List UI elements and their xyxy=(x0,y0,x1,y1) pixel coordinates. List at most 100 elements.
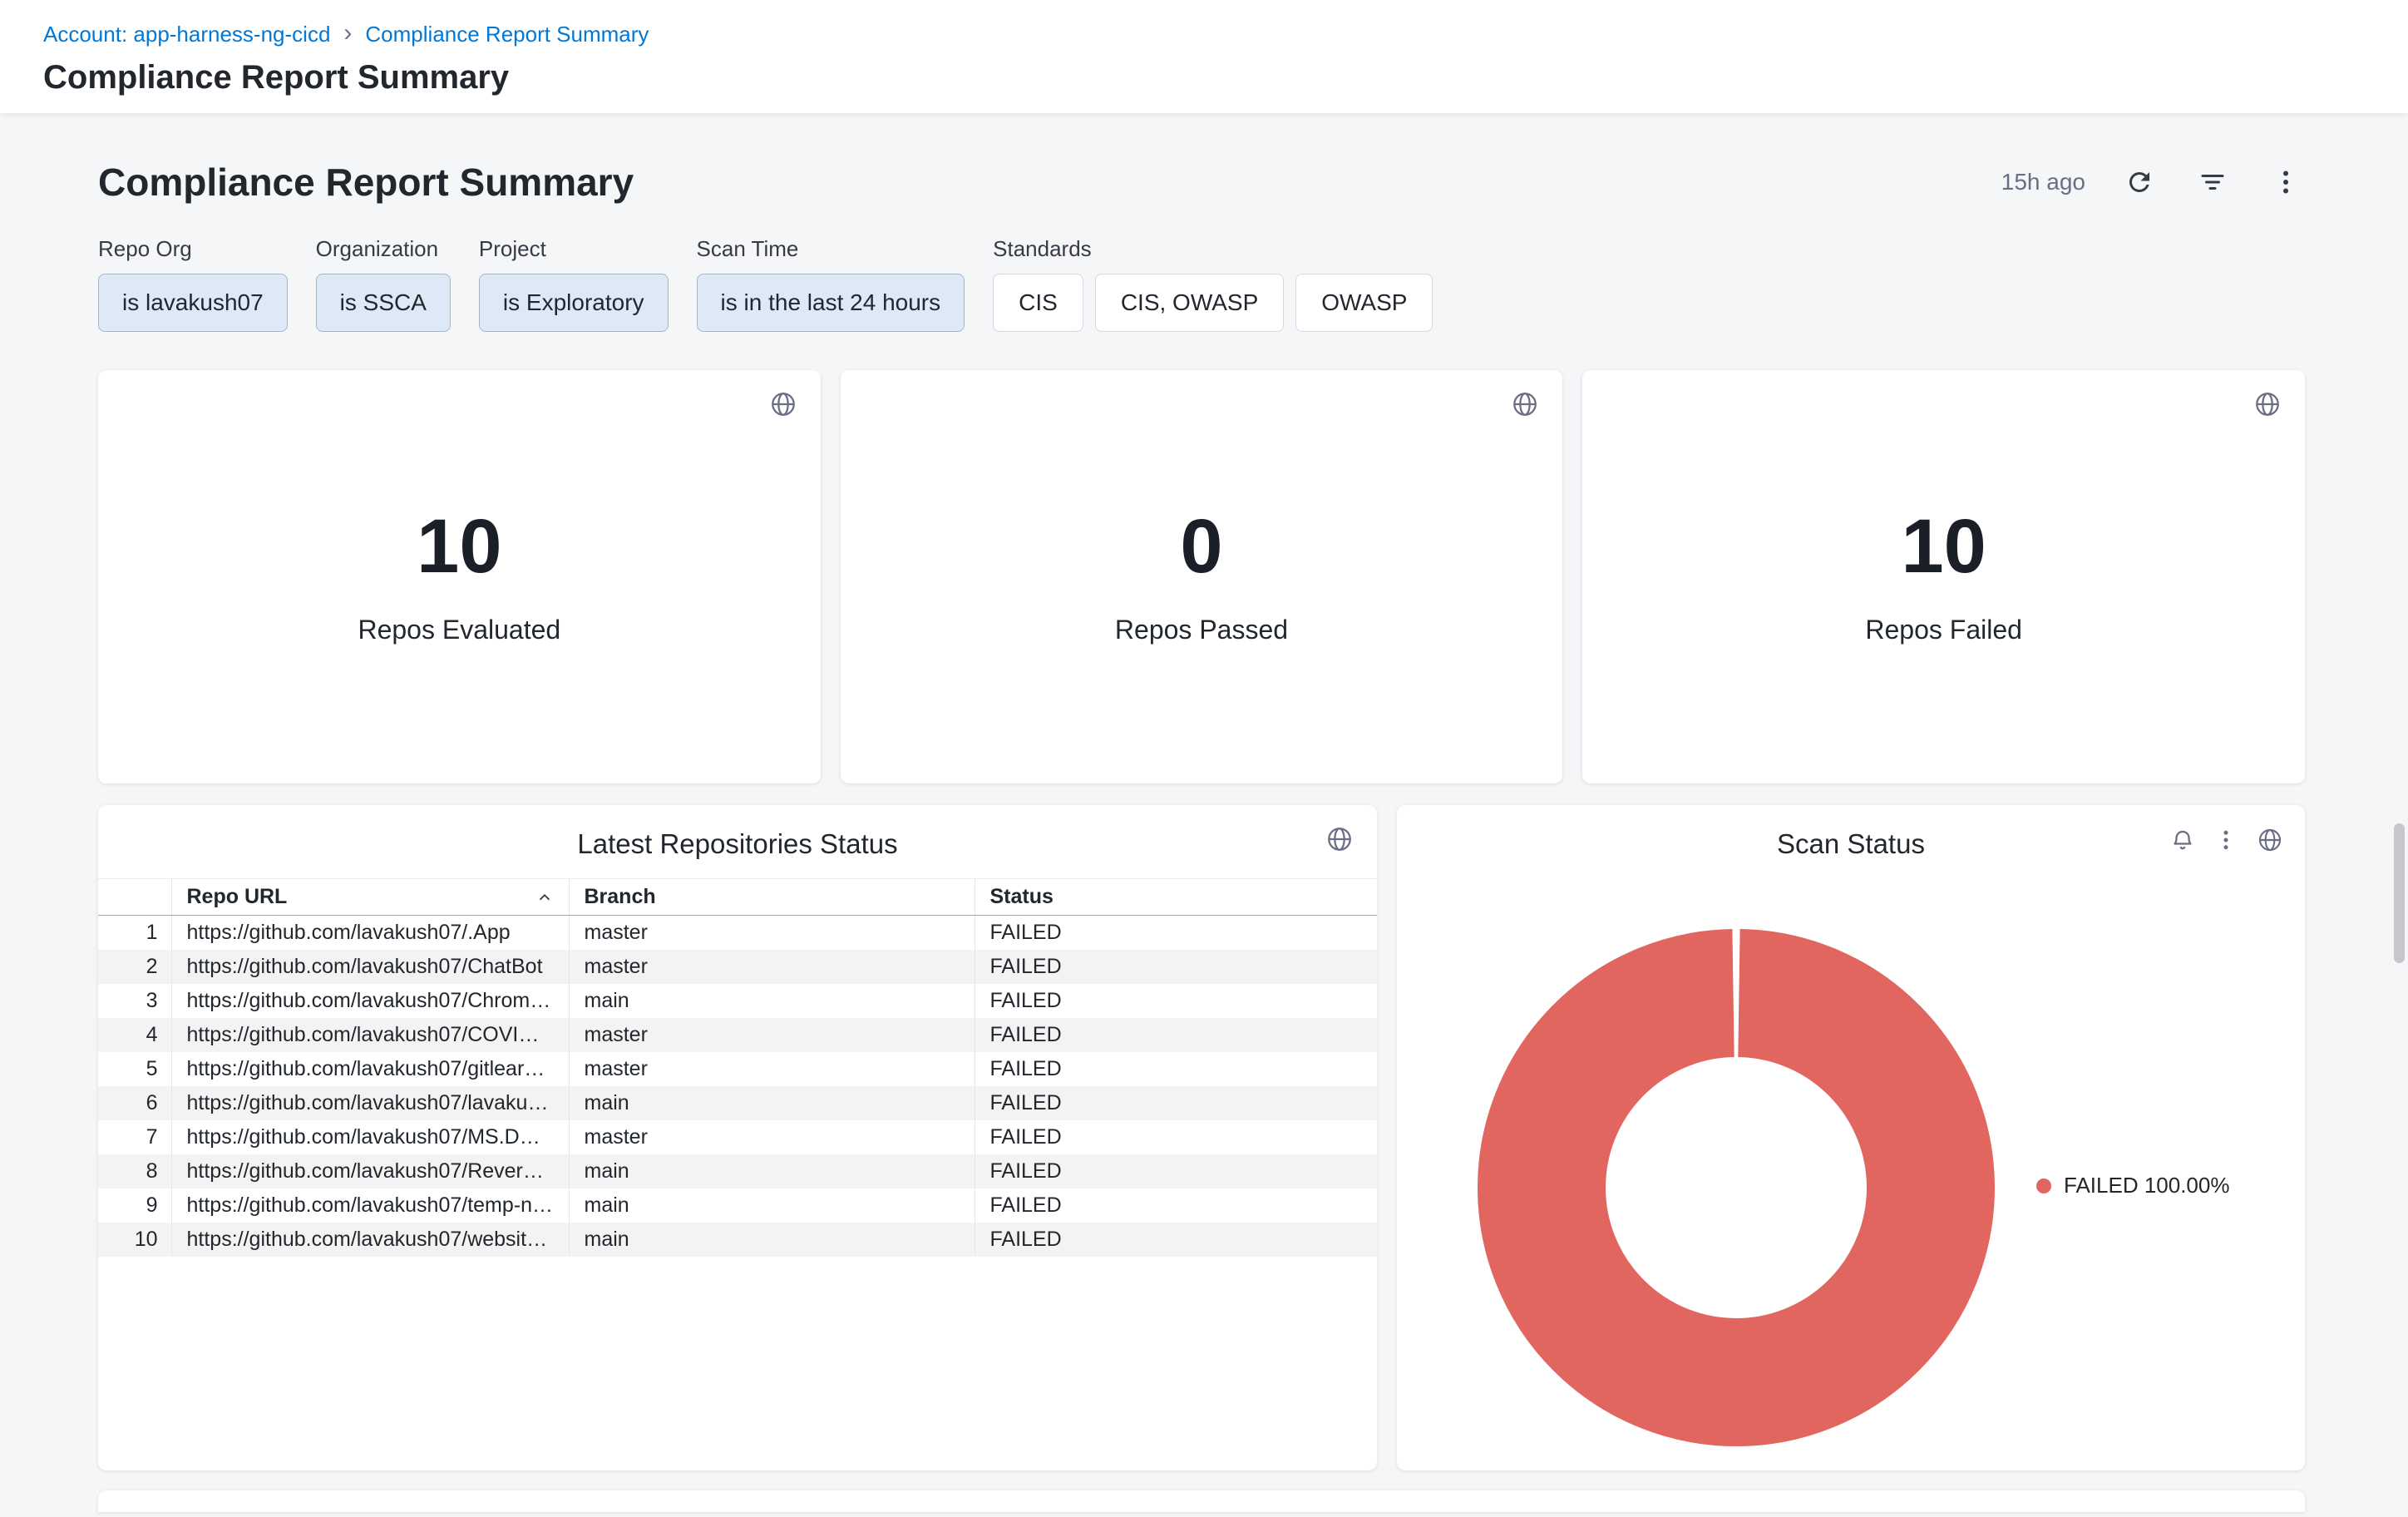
scan-status-donut-segment-failed[interactable] xyxy=(1542,993,1931,1382)
breadcrumb-page-link[interactable]: Compliance Report Summary xyxy=(365,22,649,47)
row-number: 4 xyxy=(98,1018,171,1052)
more-options-icon[interactable] xyxy=(2213,828,2238,852)
row-number: 8 xyxy=(98,1154,171,1188)
scan-card-toolbar xyxy=(2170,827,2283,853)
refresh-icon[interactable] xyxy=(2120,163,2159,201)
stat-value: 10 xyxy=(417,508,501,585)
status-cell: FAILED xyxy=(975,916,1377,950)
globe-icon[interactable] xyxy=(1511,390,1539,418)
table-row: 4 https://github.com/lavakush07/COVID_T…… xyxy=(98,1018,1377,1052)
column-header-status[interactable]: Status xyxy=(975,879,1377,916)
stat-label: Repos Failed xyxy=(1865,615,2022,645)
scan-status-title: Scan Status xyxy=(1397,805,2305,860)
stat-label: Repos Passed xyxy=(1115,615,1288,645)
filter-label: Scan Time xyxy=(697,236,965,262)
globe-icon[interactable] xyxy=(769,390,797,418)
filter-icon[interactable] xyxy=(2193,163,2232,201)
row-number: 5 xyxy=(98,1052,171,1086)
repositories-table: Repo URL Branch Status 1 https://github.… xyxy=(98,878,1377,1257)
row-number: 2 xyxy=(98,950,171,984)
branch-cell: master xyxy=(569,1120,975,1154)
stat-label: Repos Evaluated xyxy=(358,615,560,645)
dashboard-controls: 15h ago xyxy=(2001,163,2305,201)
repo-url-cell: https://github.com/lavakush07/COVID_T… xyxy=(171,1018,569,1052)
row-number: 3 xyxy=(98,984,171,1018)
standards-option-cis-owasp[interactable]: CIS, OWASP xyxy=(1095,274,1284,332)
table-row: 7 https://github.com/lavakush07/MS.DHO… … xyxy=(98,1120,1377,1154)
filter-group-organization: Organization is SSCA xyxy=(316,236,451,332)
row-number: 6 xyxy=(98,1086,171,1120)
alert-bell-icon[interactable] xyxy=(2170,828,2195,852)
repo-url-cell: https://github.com/lavakush07/temp-no… xyxy=(171,1188,569,1223)
table-row: 10 https://github.com/lavakush07/website… xyxy=(98,1223,1377,1257)
filter-label: Organization xyxy=(316,236,451,262)
branch-cell: master xyxy=(569,1018,975,1052)
table-row: 5 https://github.com/lavakush07/gitlearn… xyxy=(98,1052,1377,1086)
filter-group-scan-time: Scan Time is in the last 24 hours xyxy=(697,236,965,332)
legend-item-failed[interactable]: FAILED 100.00% xyxy=(2035,1173,2229,1198)
globe-icon[interactable] xyxy=(2253,390,2282,418)
globe-icon[interactable] xyxy=(2257,827,2283,853)
filter-chip-organization[interactable]: is SSCA xyxy=(316,274,451,332)
column-header-branch[interactable]: Branch xyxy=(569,879,975,916)
status-cell: FAILED xyxy=(975,1086,1377,1120)
repo-url-cell: https://github.com/lavakush07/gitlearni… xyxy=(171,1052,569,1086)
dashboard-header: Compliance Report Summary 15h ago xyxy=(98,160,2305,205)
row-number-header xyxy=(98,879,171,916)
table-row: 2 https://github.com/lavakush07/ChatBot … xyxy=(98,950,1377,984)
filter-chip-scan-time[interactable]: is in the last 24 hours xyxy=(697,274,965,332)
more-options-icon[interactable] xyxy=(2267,163,2305,201)
status-cell: FAILED xyxy=(975,984,1377,1018)
filter-bar: Repo Org is lavakush07 Organization is S… xyxy=(98,236,2305,332)
dashboard-surface: Compliance Report Summary 15h ago Repo O… xyxy=(0,113,2408,1517)
stat-value: 10 xyxy=(1901,508,1986,585)
globe-icon[interactable] xyxy=(1325,825,1354,853)
branch-cell: master xyxy=(569,1052,975,1086)
stat-card-repos-passed: 0 Repos Passed xyxy=(841,370,1563,783)
stat-card-repos-failed: 10 Repos Failed xyxy=(1582,370,2305,783)
filter-label: Project xyxy=(479,236,669,262)
table-card-title: Latest Repositories Status xyxy=(98,805,1377,860)
stat-value: 0 xyxy=(1180,508,1222,585)
filter-group-standards: Standards CIS CIS, OWASP OWASP xyxy=(993,236,1433,332)
legend-label: FAILED 100.00% xyxy=(2064,1173,2229,1198)
filter-label: Repo Org xyxy=(98,236,288,262)
repo-url-cell: https://github.com/lavakush07/ChatBot xyxy=(171,950,569,984)
column-header-repo-url[interactable]: Repo URL xyxy=(171,879,569,916)
repo-url-cell: https://github.com/lavakush07/Reverse-… xyxy=(171,1154,569,1188)
filter-chip-repo-org[interactable]: is lavakush07 xyxy=(98,274,288,332)
filter-chip-project[interactable]: is Exploratory xyxy=(479,274,669,332)
repo-url-cell: https://github.com/lavakush07/MS.DHO… xyxy=(171,1120,569,1154)
standards-option-cis[interactable]: CIS xyxy=(993,274,1083,332)
next-card-peek xyxy=(98,1490,2305,1512)
branch-cell: main xyxy=(569,984,975,1018)
branch-cell: main xyxy=(569,1154,975,1188)
filter-label: Standards xyxy=(993,236,1433,262)
status-cell: FAILED xyxy=(975,1052,1377,1086)
status-cell: FAILED xyxy=(975,1018,1377,1052)
breadcrumb-chevron-icon: › xyxy=(343,21,352,46)
table-header-row: Repo URL Branch Status xyxy=(98,879,1377,916)
scan-status-donut-chart xyxy=(1470,922,2002,1454)
standards-option-owasp[interactable]: OWASP xyxy=(1295,274,1433,332)
table-row: 8 https://github.com/lavakush07/Reverse-… xyxy=(98,1154,1377,1188)
top-header: Account: app-harness-ng-cicd › Complianc… xyxy=(0,0,2408,113)
compliance-report-page: { "breadcrumb": { "account_link": "Accou… xyxy=(0,0,2408,1517)
filter-group-project: Project is Exploratory xyxy=(479,236,669,332)
status-cell: FAILED xyxy=(975,1188,1377,1223)
repo-url-cell: https://github.com/lavakush07/.App xyxy=(171,916,569,950)
column-header-label: Repo URL xyxy=(187,885,288,909)
status-cell: FAILED xyxy=(975,950,1377,984)
status-cell: FAILED xyxy=(975,1154,1377,1188)
page-title: Compliance Report Summary xyxy=(43,59,2408,96)
repo-url-cell: https://github.com/lavakush07/Chrome-… xyxy=(171,984,569,1018)
last-refreshed-timestamp: 15h ago xyxy=(2001,169,2085,195)
sort-ascending-icon xyxy=(535,888,554,907)
row-number: 9 xyxy=(98,1188,171,1223)
vertical-scrollbar-thumb[interactable] xyxy=(2394,823,2405,963)
latest-repositories-card: Latest Repositories Status Repo URL Bran… xyxy=(98,805,1377,1470)
dashboard-title: Compliance Report Summary xyxy=(98,160,634,205)
breadcrumb-account-link[interactable]: Account: app-harness-ng-cicd xyxy=(43,22,330,47)
table-row: 6 https://github.com/lavakush07/lavakush… xyxy=(98,1086,1377,1120)
stat-cards-row: 10 Repos Evaluated 0 Repos Passed 10 Rep… xyxy=(98,370,2305,783)
